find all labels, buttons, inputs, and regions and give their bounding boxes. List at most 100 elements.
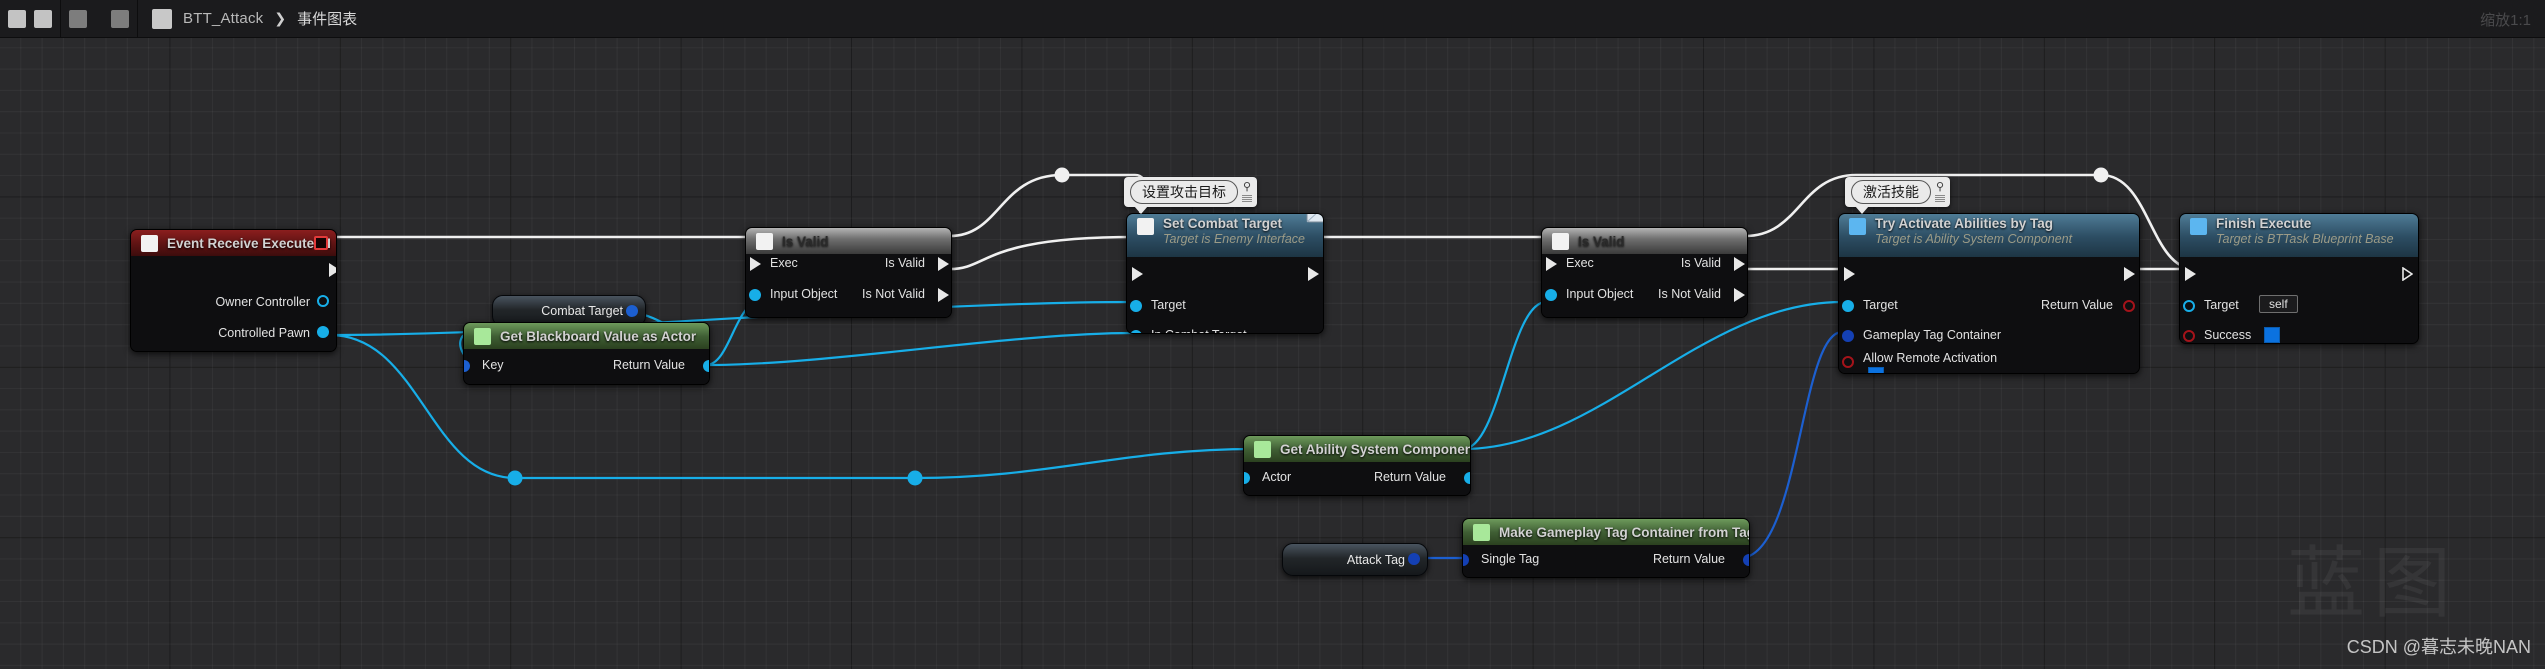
pin-return-value-out[interactable] — [2123, 300, 2135, 312]
pin-label: Is Not Valid — [862, 287, 925, 301]
pin-return-value-out[interactable] — [1464, 472, 1470, 484]
pin-gameplay-tag-container[interactable] — [1842, 330, 1854, 342]
pin-label: Is Not Valid — [1658, 287, 1721, 301]
pin-label: In Combat Target — [1151, 328, 1247, 333]
pin-exec-out[interactable] — [2402, 267, 2413, 281]
target-value-field[interactable]: self — [2259, 295, 2298, 313]
pin-label: Success — [2204, 328, 2252, 342]
node-is-valid-1[interactable]: Is Valid Exec Is Valid Input Object Is N… — [745, 227, 952, 318]
node-event-receive-execute-ai[interactable]: Event Receive Execute AI Owner Controlle… — [130, 229, 337, 352]
node-header: Make Gameplay Tag Container from Tag — [1463, 519, 1749, 545]
pin-target[interactable] — [2183, 300, 2195, 312]
bubble-tail — [1855, 206, 1869, 214]
breadcrumb-root[interactable]: BTT_Attack — [183, 10, 263, 27]
pin-exec-out[interactable] — [1308, 267, 1319, 281]
breadcrumb-current[interactable]: 事件图表 — [297, 8, 357, 29]
pin-combat-target-out[interactable] — [626, 305, 638, 317]
toolbar-button-2-icon[interactable] — [34, 9, 52, 28]
pin-attack-tag-out[interactable] — [1408, 553, 1420, 565]
pin-input-object[interactable] — [749, 289, 761, 301]
pin-target[interactable] — [1130, 300, 1142, 312]
node-get-ability-system-component[interactable]: Get Ability System Component Actor Retur… — [1243, 435, 1471, 496]
pin-label: Actor — [1262, 470, 1292, 484]
pin-label: Target — [1151, 298, 1186, 312]
node-is-valid-2[interactable]: Is Valid Exec Is Valid Input Object Is N… — [1541, 227, 1748, 318]
pin-label: Controlled Pawn — [218, 325, 310, 340]
toolbar-button-1-icon[interactable] — [8, 9, 26, 28]
pin-actor-in[interactable] — [1244, 472, 1250, 484]
node-body: Exec Is Valid Input Object Is Not Valid — [1542, 254, 1747, 317]
pin-exec-out[interactable] — [329, 263, 336, 277]
pin-is-not-valid-out[interactable] — [1734, 288, 1745, 302]
pin-target[interactable] — [1842, 300, 1854, 312]
node-attack-tag-variable[interactable]: Attack Tag — [1282, 543, 1428, 576]
node-set-combat-target[interactable]: Set Combat Target Target is Enemy Interf… — [1126, 213, 1324, 334]
comment-bubble-set-combat-target[interactable]: 设置攻击目标 ⚲ — [1124, 177, 1257, 214]
node-finish-execute[interactable]: Finish Execute Target is BTTask Blueprin… — [2179, 213, 2419, 344]
checkbox-allow-remote-activation[interactable] — [1868, 367, 1884, 373]
reroute-node-exec-1 — [1054, 167, 1070, 183]
pin-label: Target — [1863, 298, 1898, 312]
node-header: Is Valid — [1542, 228, 1747, 254]
pin-label: Key — [482, 358, 504, 372]
node-header: Get Ability System Component — [1244, 436, 1470, 462]
node-body: Exec Is Valid Input Object Is Not Valid — [746, 254, 951, 317]
node-title: Is Valid — [782, 233, 829, 249]
node-try-activate-abilities-by-tag[interactable]: Try Activate Abilities by Tag Target is … — [1838, 213, 2140, 374]
pin-is-valid-out[interactable] — [1734, 257, 1745, 271]
pin-is-not-valid-out[interactable] — [938, 288, 949, 302]
node-body: Target Return Value Gameplay Tag Contain… — [1839, 257, 2139, 373]
pin-comment-icon[interactable]: ⚲ — [1242, 182, 1252, 202]
node-body: Actor Return Value — [1244, 462, 1470, 495]
toolbar-button-4-icon[interactable] — [111, 9, 129, 28]
node-header: Try Activate Abilities by Tag Target is … — [1839, 214, 2139, 257]
pin-is-valid-out[interactable] — [938, 257, 949, 271]
pin-label: Is Valid — [884, 256, 925, 270]
pin-owner-controller[interactable] — [317, 295, 329, 307]
pin-controlled-pawn[interactable] — [317, 326, 329, 338]
message-icon — [1306, 214, 1323, 223]
pin-label: Target — [2204, 298, 2239, 312]
node-body: Owner Controller Controlled Pawn — [131, 256, 336, 351]
pin-return-value-out[interactable] — [1743, 554, 1749, 566]
pin-label: Exec — [1566, 256, 1594, 270]
pin-single-tag-in[interactable] — [1463, 554, 1469, 566]
pin-label: Input Object — [770, 287, 838, 301]
pin-comment-icon[interactable]: ⚲ — [1935, 182, 1945, 202]
node-make-gameplay-tag-container-from-tag[interactable]: Make Gameplay Tag Container from Tag Sin… — [1462, 518, 1750, 578]
pin-key-in[interactable] — [464, 360, 470, 372]
pin-label: Gameplay Tag Container — [1863, 328, 2002, 342]
node-body: Single Tag Return Value — [1463, 545, 1749, 577]
wire-layer — [329, 167, 2196, 560]
node-title: Combat Target — [541, 304, 623, 318]
pin-allow-remote-activation[interactable] — [1842, 356, 1854, 368]
pin-label: Return Value — [1373, 470, 1446, 484]
pin-exec-in[interactable] — [750, 257, 761, 271]
event-icon — [141, 235, 158, 252]
pin-exec-out[interactable] — [2124, 267, 2135, 281]
toolbar-button-3-icon[interactable] — [69, 9, 87, 28]
pin-exec-in[interactable] — [1546, 257, 1557, 271]
pin-input-object[interactable] — [1545, 289, 1557, 301]
node-get-blackboard-value-as-actor[interactable]: Get Blackboard Value as Actor Key Return… — [463, 322, 710, 385]
pin-label: Is Valid — [1680, 256, 1721, 270]
pin-row-controlled-pawn: Controlled Pawn — [218, 323, 310, 342]
pin-success[interactable] — [2183, 330, 2195, 342]
pin-in-combat-target[interactable] — [1130, 330, 1142, 333]
pin-exec-in[interactable] — [2185, 267, 2196, 281]
bubble-tail — [1134, 206, 1148, 214]
pin-exec-in[interactable] — [1844, 267, 1855, 281]
toolbar-group-2 — [61, 0, 138, 37]
stop-icon[interactable] — [314, 236, 328, 250]
pin-return-value-out[interactable] — [703, 360, 709, 372]
node-title: Attack Tag — [1346, 552, 1405, 567]
checkbox-success[interactable] — [2264, 327, 2280, 343]
node-header: Is Valid — [746, 228, 951, 254]
graph-canvas[interactable]: Event Receive Execute AI Owner Controlle… — [0, 37, 2545, 669]
pin-row-owner-controller: Owner Controller — [216, 292, 310, 311]
comment-bubble-try-activate[interactable]: 激活技能 ⚲ — [1845, 177, 1950, 214]
macro-icon — [1552, 233, 1569, 250]
pin-exec-in[interactable] — [1132, 267, 1143, 281]
watermark-text: CSDN @暮志未晚NAN — [2346, 637, 2531, 657]
chevron-right-icon: ❯ — [274, 10, 287, 26]
